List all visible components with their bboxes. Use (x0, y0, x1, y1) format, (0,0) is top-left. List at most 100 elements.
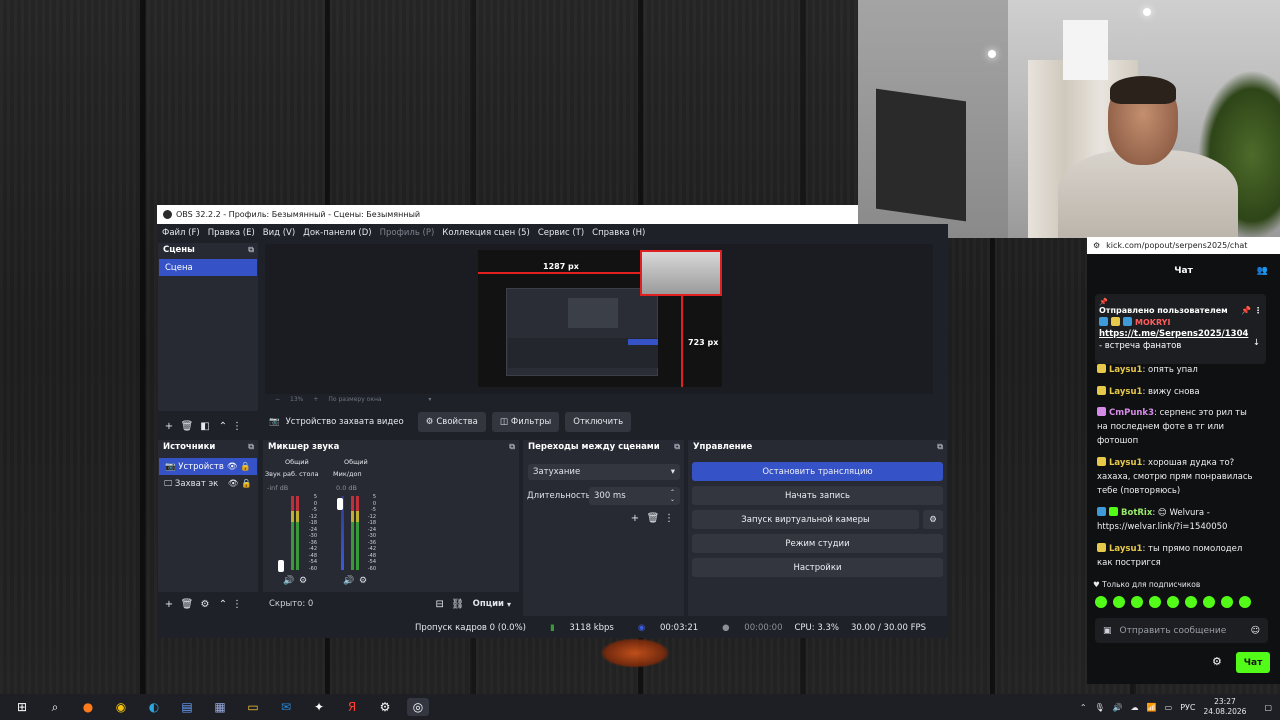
users-icon[interactable]: 👥 (1257, 266, 1268, 276)
float-icon[interactable]: ⧉ (509, 442, 515, 452)
zoom-out-icon[interactable]: − (275, 396, 280, 403)
remove-transition-icon[interactable]: 🗑 (644, 510, 662, 526)
collapse-icon[interactable]: ↓ (1253, 338, 1260, 348)
filters-button[interactable]: ◫ Фильтры (491, 412, 560, 432)
menu-scene-collection[interactable]: Коллекция сцен (5) (442, 228, 530, 238)
more-icon[interactable]: ⋮ (664, 510, 674, 526)
menu-help[interactable]: Справка (H) (592, 228, 645, 238)
chat-username[interactable]: Laysu1 (1109, 365, 1142, 375)
emote-icon[interactable] (1185, 596, 1197, 608)
menu-docks[interactable]: Док-панели (D) (303, 228, 371, 238)
address-bar[interactable]: ⚙ kick.com/popout/serpens2025/chat (1087, 237, 1280, 254)
emote-icon[interactable] (1131, 596, 1143, 608)
chat-input[interactable]: ▣ Отправить сообщение ☺ (1095, 618, 1268, 643)
float-icon[interactable]: ⧉ (248, 442, 254, 452)
stepper-arrows-icon[interactable]: ⌃ ⌄ (670, 489, 675, 503)
pinned-user[interactable]: MOKRYI (1135, 318, 1170, 327)
source-item[interactable]: 📷 Устройств 👁 🔒 (159, 458, 257, 475)
add-scene-icon[interactable]: + (160, 418, 178, 434)
pinned-link[interactable]: https://t.me/Serpens2025/1304 (1099, 329, 1248, 339)
notifications-icon[interactable]: ▢ (1264, 703, 1272, 712)
save-icon[interactable]: ▤ (176, 698, 198, 716)
chat-settings-icon[interactable]: ⚙ (1212, 655, 1222, 668)
source-item[interactable]: 🖵 Захват эк 👁 🔒 (158, 475, 258, 492)
zoom-fit-select[interactable]: По размеру окна (328, 396, 428, 403)
virtual-camera-button[interactable]: Запуск виртуальной камеры (692, 510, 919, 529)
chat-username[interactable]: BotRix (1121, 508, 1152, 518)
chrome-icon[interactable]: ◉ (110, 698, 132, 716)
search-icon[interactable]: ⌕ (44, 698, 66, 716)
chevron-up-icon[interactable]: ⌃ (1080, 703, 1087, 712)
start-recording-button[interactable]: Начать запись (692, 486, 943, 505)
eye-icon[interactable]: 👁 (228, 479, 239, 489)
emote-icon[interactable] (1167, 596, 1179, 608)
slash-command-icon[interactable]: ▣ (1103, 626, 1112, 636)
emoji-icon[interactable]: ☺ (1251, 626, 1260, 636)
more-icon[interactable]: ⋮ (232, 596, 242, 612)
speaker-icon[interactable]: 🔊 (343, 576, 354, 586)
options-button[interactable]: Опции (473, 599, 504, 609)
emote-icon[interactable] (1221, 596, 1233, 608)
virtual-camera-settings-icon[interactable]: ⚙ (923, 510, 943, 529)
network-icon[interactable]: 📶 (1147, 703, 1157, 712)
send-chat-button[interactable]: Чат (1236, 652, 1270, 673)
disable-button[interactable]: Отключить (565, 412, 632, 432)
mic-icon[interactable]: 🎙 (1095, 703, 1105, 712)
duration-stepper[interactable]: 300 ms ⌃ ⌄ (589, 487, 680, 505)
emote-icon[interactable] (1149, 596, 1161, 608)
menu-tools[interactable]: Сервис (T) (538, 228, 584, 238)
mail-icon[interactable]: ✉ (275, 698, 297, 716)
zoom-in-icon[interactable]: + (313, 396, 318, 403)
site-settings-icon[interactable]: ⚙ (1093, 241, 1100, 250)
stop-stream-button[interactable]: Остановить трансляцию (692, 462, 943, 481)
chat-username[interactable]: Laysu1 (1109, 544, 1142, 554)
more-icon[interactable]: ⋮ (232, 418, 242, 434)
properties-button[interactable]: ⚙ Свойства (417, 412, 486, 432)
float-icon[interactable]: ⧉ (674, 442, 680, 452)
firefox-icon[interactable]: ● (77, 698, 99, 716)
menu-view[interactable]: Вид (V) (263, 228, 295, 238)
menu-edit[interactable]: Правка (E) (208, 228, 255, 238)
edge-icon[interactable]: ◐ (143, 698, 165, 716)
language-indicator[interactable]: РУС (1180, 703, 1195, 712)
volume-slider-mic[interactable] (337, 498, 343, 510)
mixer-settings-icon[interactable]: ⚙ (359, 576, 367, 586)
clock[interactable]: 23:27 24.08.2026 (1203, 697, 1254, 717)
chat-username[interactable]: Laysu1 (1109, 387, 1142, 397)
menu-profile[interactable]: Профиль (P) (380, 228, 435, 238)
move-up-icon[interactable]: ⌃ (214, 418, 232, 434)
channel-name-desktop[interactable]: Звук раб. стола (265, 470, 319, 478)
webcam-source-selected[interactable] (640, 250, 722, 296)
source-properties-icon[interactable]: ⚙ (196, 596, 214, 612)
windows-start-icon[interactable]: ⊞ (11, 698, 33, 716)
cloud-icon[interactable]: ☁ (1131, 703, 1139, 712)
move-up-icon[interactable]: ⌃ (214, 596, 232, 612)
sparkle-icon[interactable]: ✦ (308, 698, 330, 716)
lock-icon[interactable]: 🔒 (241, 479, 252, 489)
settings-button[interactable]: Настройки (692, 558, 943, 577)
store-icon[interactable]: ▦ (209, 698, 231, 716)
transition-select[interactable]: Затухание ▾ (528, 464, 680, 480)
obs-taskbar-icon[interactable]: ◎ (407, 698, 429, 716)
link-icon[interactable]: ⛓ (449, 596, 467, 612)
mixer-settings-icon[interactable]: ⚙ (299, 576, 307, 586)
volume-icon[interactable]: 🔊 (1113, 703, 1123, 712)
settings-icon[interactable]: ⚙ (374, 698, 396, 716)
scene-filters-icon[interactable]: ◧ (196, 418, 214, 434)
add-source-icon[interactable]: + (160, 596, 178, 612)
emote-icon[interactable] (1095, 596, 1107, 608)
yandex-icon[interactable]: Я (341, 698, 363, 716)
float-icon[interactable]: ⧉ (937, 442, 943, 452)
lock-icon[interactable]: 🔒 (240, 462, 251, 472)
chat-username[interactable]: CmPunk3 (1109, 408, 1154, 418)
emote-icon[interactable] (1203, 596, 1215, 608)
chat-username[interactable]: Laysu1 (1109, 458, 1142, 468)
remove-scene-icon[interactable]: 🗑 (178, 418, 196, 434)
studio-mode-button[interactable]: Режим студии (692, 534, 943, 553)
eye-icon[interactable]: 👁 (227, 462, 238, 472)
obs-titlebar[interactable]: OBS 32.2.2 - Профиль: Безымянный - Сцены… (157, 205, 858, 224)
channel-name-mic[interactable]: Мик/доп (333, 470, 362, 478)
emote-icon[interactable] (1239, 596, 1251, 608)
more-icon[interactable]: ⋮ (1254, 306, 1262, 315)
emote-icon[interactable] (1113, 596, 1125, 608)
